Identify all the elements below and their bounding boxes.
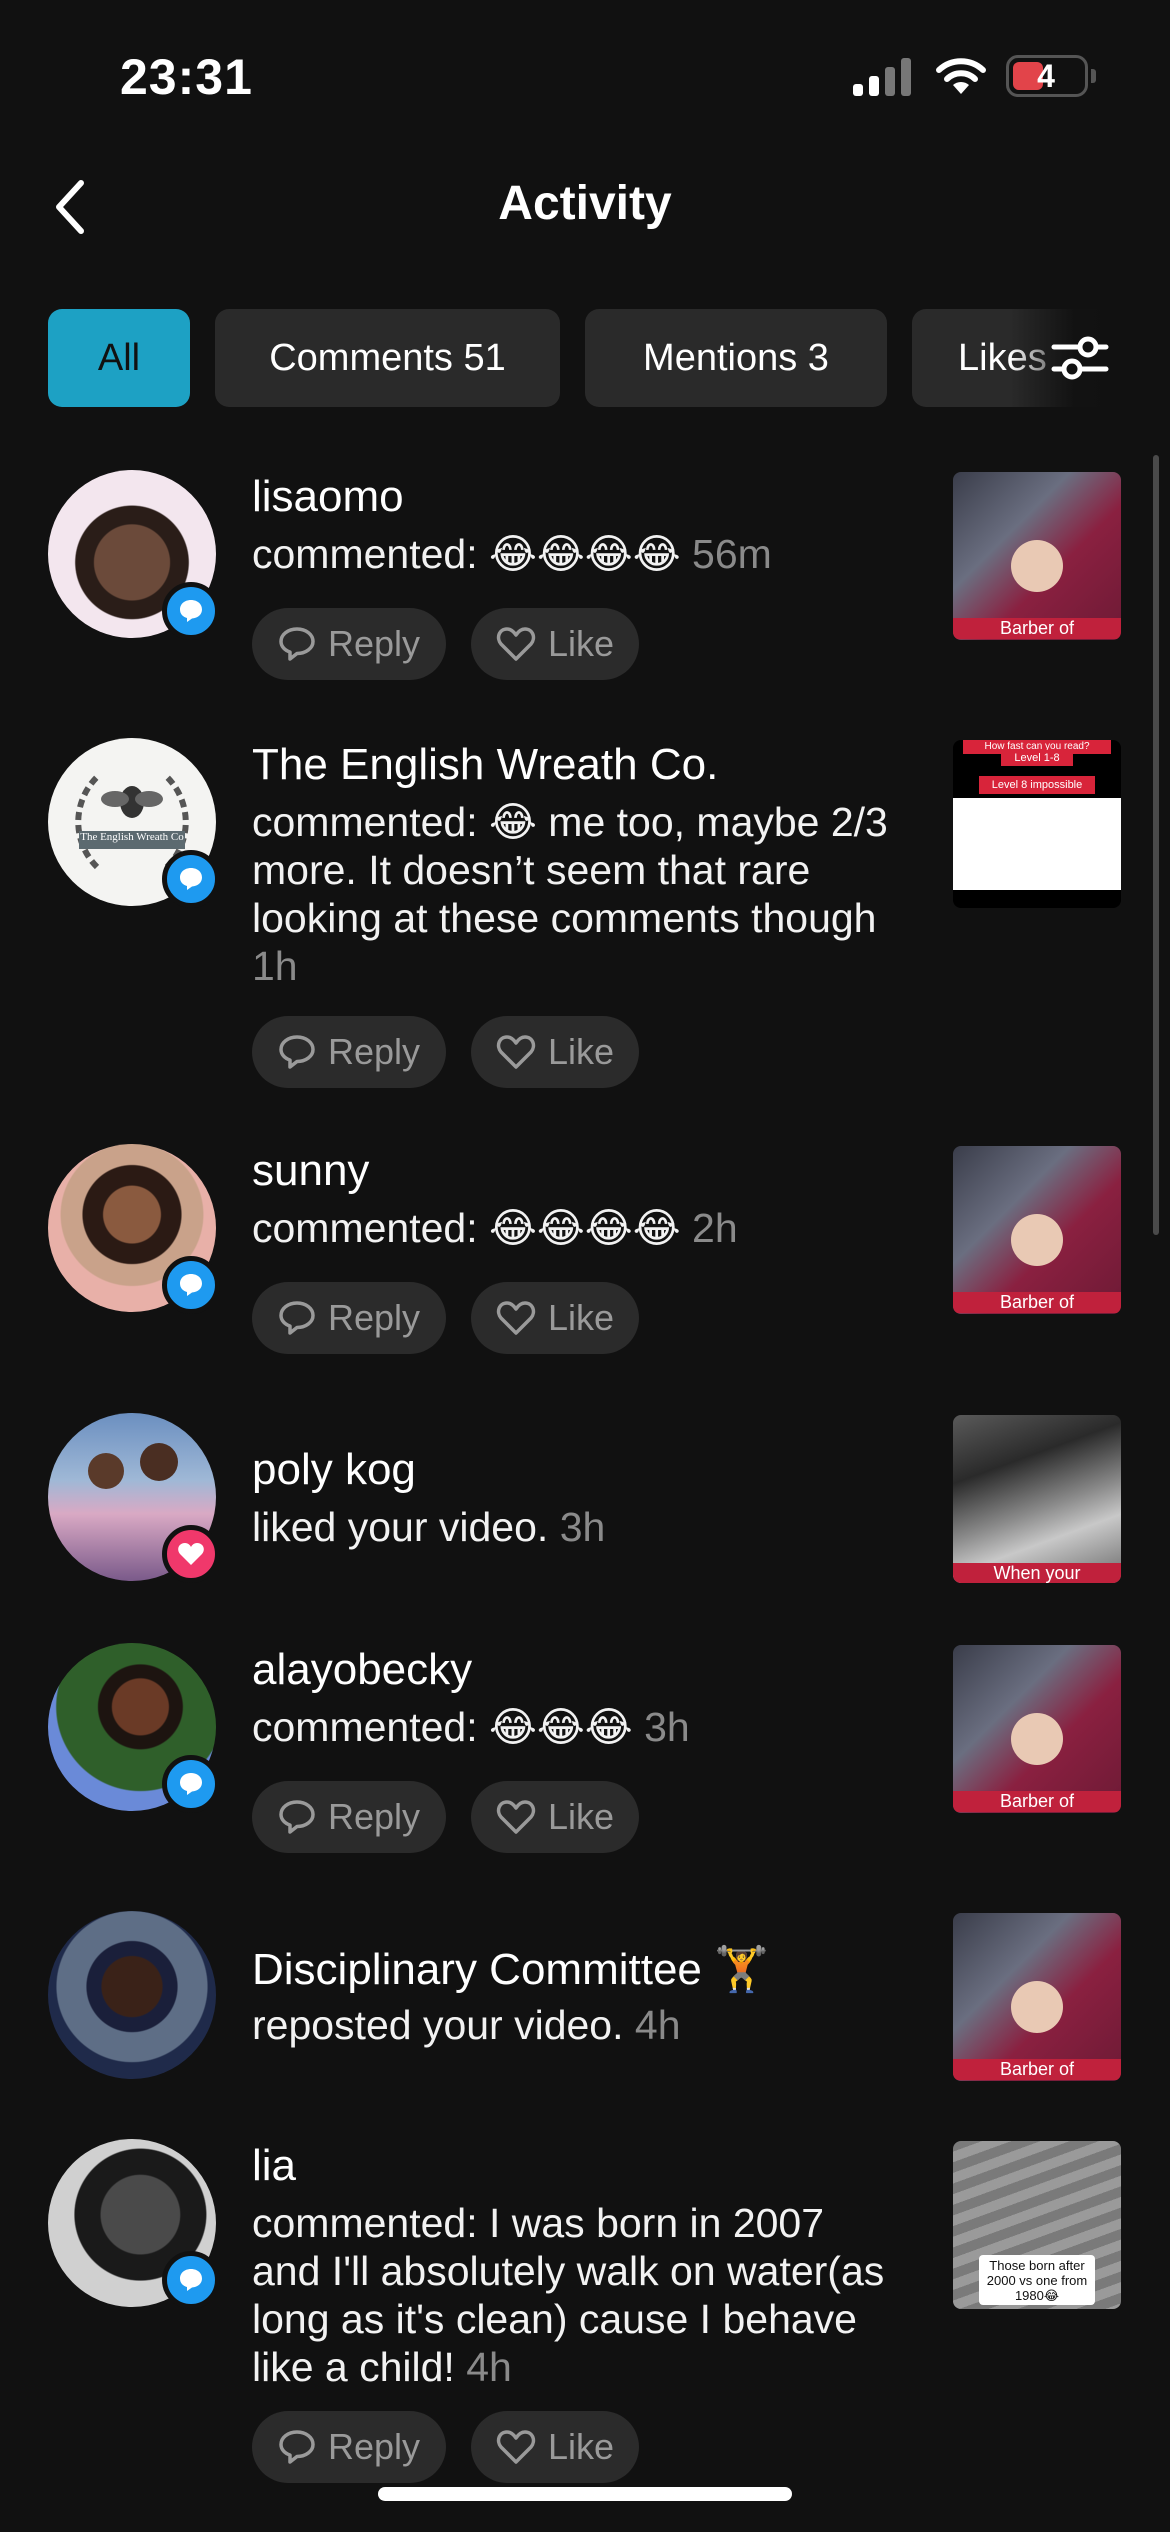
speech-bubble-icon: [279, 627, 315, 661]
comment-badge-icon: [162, 1755, 220, 1813]
battery-level: 4: [1037, 58, 1055, 94]
tab-all[interactable]: All: [48, 309, 190, 407]
status-time: 23:31: [120, 49, 253, 105]
like-button[interactable]: Like: [471, 1282, 639, 1354]
username[interactable]: Disciplinary Committee 🏋️: [252, 1943, 769, 1995]
activity-text: reposted your video. 4h: [252, 2001, 892, 2049]
activity-description: commented: 😂😂😂😂: [252, 531, 681, 577]
thumbnail-caption: Barber of: [953, 618, 1121, 639]
speech-bubble-icon: [279, 1301, 315, 1335]
activity-text: commented: 😂😂😂😂 56m: [252, 530, 892, 578]
activity-time: 4h: [466, 2344, 512, 2390]
reply-label: Reply: [327, 623, 421, 664]
page-title: Activity: [498, 177, 672, 230]
battery-icon: 4: [1006, 55, 1088, 97]
activity-description: commented: I was born in 2007 and I'll a…: [252, 2200, 885, 2390]
like-label: Like: [547, 623, 615, 664]
activity-description: commented: 😂 me too, maybe 2/3 more. It …: [252, 799, 888, 941]
video-thumbnail[interactable]: Those born after 2000 vs one from 1980😂: [953, 2141, 1121, 2309]
tab-mentions[interactable]: Mentions 3: [585, 309, 887, 407]
heart-outline-icon: [496, 1035, 536, 1069]
video-thumbnail[interactable]: When your: [953, 1415, 1121, 1583]
heart-outline-icon: [496, 1301, 536, 1335]
speech-bubble-icon: [279, 1800, 315, 1834]
activity-description: liked your video.: [252, 1504, 549, 1550]
reply-button[interactable]: Reply: [252, 2411, 446, 2483]
reply-button[interactable]: Reply: [252, 1016, 446, 1088]
thumbnail-caption: When your: [953, 1563, 1121, 1583]
avatar-logo-text: The English Wreath Co: [80, 831, 184, 843]
username[interactable]: sunny: [252, 1146, 369, 1196]
reply-button[interactable]: Reply: [252, 1781, 446, 1853]
avatar[interactable]: [48, 1911, 216, 2079]
thumbnail-caption: Barber of: [953, 2059, 1121, 2080]
activity-time: 4h: [634, 2002, 681, 2048]
thumbnail-caption: Those born after 2000 vs one from 1980😂: [979, 2255, 1095, 2305]
like-label: Like: [547, 1796, 615, 1837]
like-button[interactable]: Like: [471, 608, 639, 680]
heart-outline-icon: [496, 1800, 536, 1834]
filter-tabs: All Comments 51 Mentions 3 Likes: [48, 309, 1170, 407]
activity-time: 3h: [644, 1704, 690, 1750]
reply-label: Reply: [327, 1796, 421, 1837]
activity-time: 2h: [692, 1205, 738, 1251]
comment-badge-icon: [162, 2251, 220, 2309]
like-button[interactable]: Like: [471, 2411, 639, 2483]
thumbnail-caption: Barber of: [953, 1292, 1121, 1313]
reply-label: Reply: [327, 1031, 421, 1072]
video-thumbnail[interactable]: How fast can you read? Level 1-8 Level 8…: [953, 740, 1121, 908]
heart-badge-icon: [162, 1525, 220, 1583]
like-label: Like: [547, 2426, 615, 2467]
status-bar: 23:31 4: [0, 0, 1170, 150]
video-thumbnail[interactable]: Barber of: [953, 472, 1121, 640]
tab-comments[interactable]: Comments 51: [215, 309, 560, 407]
thumbnail-caption: Level 1-8: [1001, 750, 1073, 766]
activity-description: commented: 😂😂😂😂: [252, 1205, 681, 1251]
video-thumbnail[interactable]: Barber of: [953, 1146, 1121, 1314]
activity-time: 56m: [692, 531, 772, 577]
activity-text: commented: 😂 me too, maybe 2/3 more. It …: [252, 798, 892, 990]
reply-button[interactable]: Reply: [252, 1282, 446, 1354]
activity-description: reposted your video.: [252, 2002, 624, 2048]
activity-text: commented: 😂😂😂😂 2h: [252, 1204, 892, 1252]
activity-text: liked your video. 3h: [252, 1503, 892, 1551]
thumbnail-caption: Barber of: [953, 1791, 1121, 1812]
activity-text: commented: I was born in 2007 and I'll a…: [252, 2199, 892, 2391]
reply-button[interactable]: Reply: [252, 608, 446, 680]
activity-time: 3h: [559, 1504, 606, 1550]
heart-outline-icon: [496, 2430, 536, 2464]
like-label: Like: [547, 1031, 615, 1072]
comment-badge-icon: [162, 582, 220, 640]
username[interactable]: The English Wreath Co.: [252, 740, 718, 790]
like-button[interactable]: Like: [471, 1781, 639, 1853]
video-thumbnail[interactable]: Barber of: [953, 1913, 1121, 2081]
battery-cap: [1091, 69, 1096, 83]
speech-bubble-icon: [279, 1035, 315, 1069]
username[interactable]: poly kog: [252, 1445, 416, 1495]
like-label: Like: [547, 1297, 615, 1338]
heart-outline-icon: [496, 627, 536, 661]
activity-text: commented: 😂😂😂 3h: [252, 1703, 892, 1751]
home-indicator[interactable]: [378, 2487, 792, 2501]
activity-description: commented: 😂😂😂: [252, 1704, 633, 1750]
wifi-icon: [936, 58, 986, 94]
reply-label: Reply: [327, 1297, 421, 1338]
thumbnail-caption: Level 8 impossible: [979, 776, 1095, 794]
username[interactable]: alayobecky: [252, 1645, 472, 1695]
video-thumbnail[interactable]: Barber of: [953, 1645, 1121, 1813]
filter-settings-icon[interactable]: [1050, 330, 1110, 386]
reply-label: Reply: [327, 2426, 421, 2467]
username[interactable]: lia: [252, 2141, 296, 2191]
activity-time: 1h: [252, 943, 298, 989]
comment-badge-icon: [162, 1256, 220, 1314]
username[interactable]: lisaomo: [252, 472, 404, 522]
speech-bubble-icon: [279, 2430, 315, 2464]
like-button[interactable]: Like: [471, 1016, 639, 1088]
scrollbar[interactable]: [1153, 455, 1159, 1235]
comment-badge-icon: [162, 850, 220, 908]
cellular-signal-icon: [853, 58, 915, 96]
